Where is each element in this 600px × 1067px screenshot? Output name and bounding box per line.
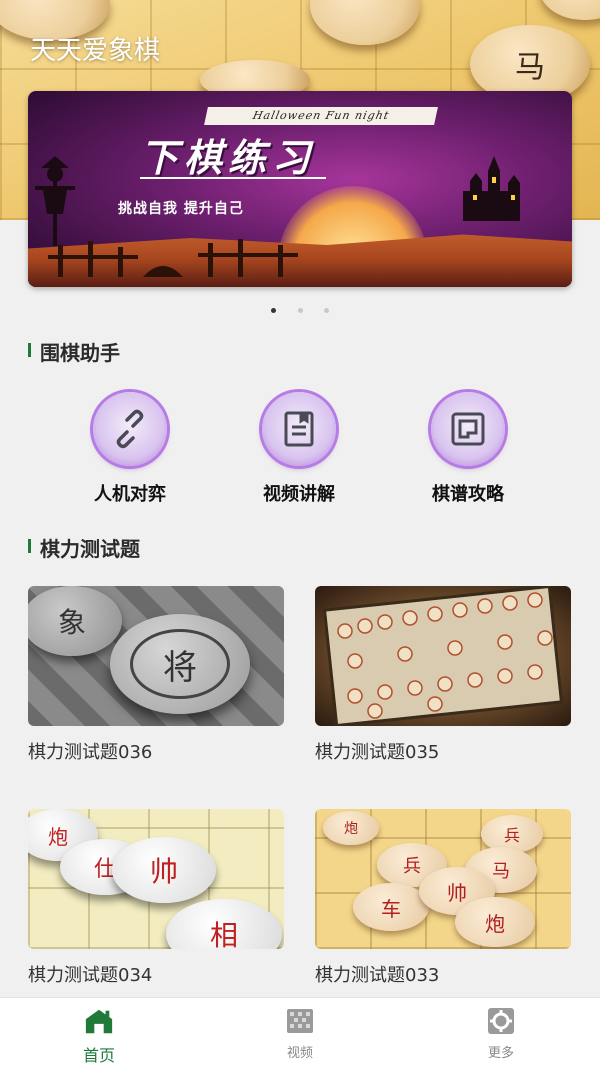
test-card-image: 炮 兵 兵 马 车 帅 炮 [315, 809, 571, 949]
nav-item-home[interactable]: 首页 [39, 1006, 159, 1066]
video-icon [285, 1006, 315, 1036]
home-icon [84, 1006, 114, 1036]
test-card[interactable]: 炮 兵 兵 马 车 帅 炮 棋力测试题033 [315, 809, 571, 987]
test-card-image [315, 586, 571, 726]
nav-item-more[interactable]: 更多 [441, 1006, 561, 1061]
banner-tag: Halloween Fun night [204, 107, 438, 125]
pagination-dot[interactable] [297, 308, 303, 313]
tool-label: 视频讲解 [263, 484, 335, 505]
scarecrow-icon [35, 156, 75, 246]
test-card-image: 炮 仕 帅 相 [28, 809, 284, 949]
promo-banner[interactable]: Halloween Fun night 下棋练习 挑战自我 提升自己 [28, 91, 572, 287]
link-icon [93, 392, 167, 466]
nav-item-video[interactable]: 视频 [240, 1006, 360, 1061]
test-card[interactable]: 棋力测试题035 [315, 586, 571, 764]
chess-piece-image: 炮 [323, 811, 379, 845]
pagination-dot[interactable] [271, 308, 277, 313]
tool-label: 棋谱攻略 [432, 484, 504, 505]
test-card-image: 象 将 [28, 586, 284, 726]
chess-piece-image: 相 [166, 899, 282, 949]
test-card-label: 棋力测试题034 [28, 965, 153, 986]
book-icon [262, 392, 336, 466]
section-title-assistant: 围棋助手 [28, 337, 120, 366]
gear-icon [486, 1006, 516, 1036]
banner-divider [140, 177, 326, 179]
pagination-dot[interactable] [323, 308, 329, 313]
chess-piece-decoration [310, 0, 420, 45]
test-card-label: 棋力测试题036 [28, 742, 153, 763]
tool-label: 人机对弈 [94, 484, 166, 505]
tool-game-records[interactable]: 棋谱攻略 [388, 392, 548, 506]
test-card-label: 棋力测试题033 [315, 965, 440, 986]
tool-human-vs-ai[interactable]: 人机对弈 [50, 392, 210, 506]
section-title-tests: 棋力测试题 [28, 533, 140, 562]
fence-icon [48, 239, 298, 277]
test-card[interactable]: 象 将 棋力测试题036 [28, 586, 284, 764]
test-card-label: 棋力测试题035 [315, 742, 440, 763]
banner-pagination [0, 298, 600, 317]
chess-piece-image: 帅 [112, 837, 216, 903]
chess-piece-image: 象 [28, 586, 122, 656]
tool-video-explain[interactable]: 视频讲解 [219, 392, 379, 506]
chess-piece-decoration [540, 0, 600, 20]
chess-piece-image: 将 [110, 614, 250, 714]
board-icon [431, 392, 505, 466]
banner-title: 下棋练习 [140, 136, 317, 180]
bottom-navigation: 首页 视频 更多 [0, 997, 600, 1067]
nav-label: 首页 [82, 1046, 115, 1065]
nav-label: 更多 [487, 1046, 514, 1061]
chess-piece-image: 炮 [455, 897, 535, 947]
chess-piece-image: 车 [353, 883, 429, 931]
castle-icon [463, 156, 520, 221]
app-title: 天天爱象棋 [30, 36, 161, 66]
nav-label: 视频 [286, 1046, 313, 1061]
test-card[interactable]: 炮 仕 帅 相 棋力测试题034 [28, 809, 284, 987]
banner-subtitle: 挑战自我 提升自己 [118, 201, 244, 217]
chess-board-image [322, 586, 564, 726]
